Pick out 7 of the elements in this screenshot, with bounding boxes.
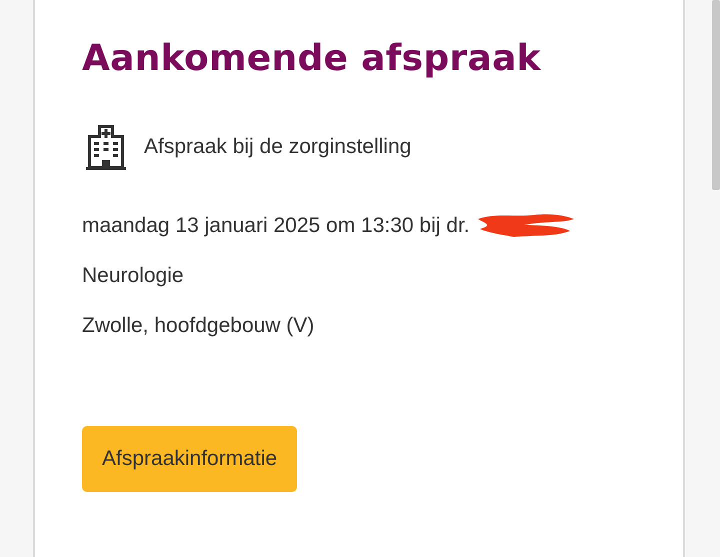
scrollbar[interactable] [712, 0, 720, 190]
appointment-info-button[interactable]: Afspraakinformatie [82, 426, 298, 492]
appointment-detail: Neurologie [82, 263, 184, 289]
appointment-type: Afspraak bij de zorginstelling [144, 135, 412, 159]
card-title: Aankomende afspraak [82, 38, 542, 79]
appointment-detail: Zwolle, hoofdgebouw (V) [82, 313, 314, 339]
appointment-detail: maandag 13 januari 2025 om 13:30 bij dr. [82, 213, 470, 239]
